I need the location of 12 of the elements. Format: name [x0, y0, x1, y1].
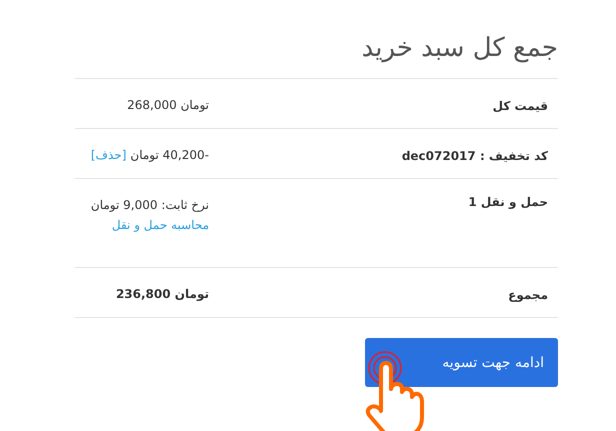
total-amount: تومان 236,800 — [116, 287, 209, 301]
checkout-button[interactable]: ادامه جهت تسویه — [365, 338, 558, 387]
discount-amount: -40,200 تومان — [130, 148, 209, 162]
row-label: کد تخفیف : dec072017 — [400, 148, 549, 165]
shipping-rate: نرخ ثابت: 9,000 تومان — [90, 197, 209, 214]
subtotal-amount: تومان 268,000 — [127, 98, 209, 112]
row-label: مجموع — [507, 287, 549, 304]
remove-link[interactable]: [حذف] — [90, 148, 126, 162]
calculate-shipping-link[interactable]: محاسبه حمل و نقل — [90, 215, 209, 235]
row-label: قیمت کل — [492, 98, 549, 115]
row-label: حمل و نقل 1 — [467, 194, 549, 211]
cart-totals-title: جمع کل سبد خرید — [360, 32, 558, 65]
